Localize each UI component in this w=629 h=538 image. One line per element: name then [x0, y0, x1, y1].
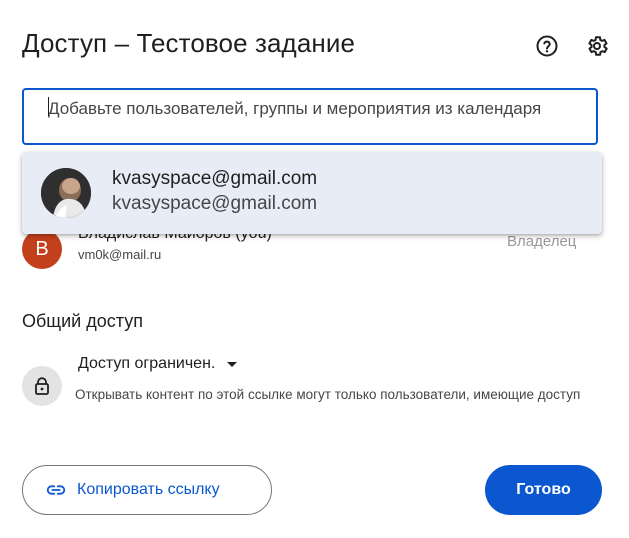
lock-icon [35, 377, 49, 395]
suggestion-email: kvasyspace@gmail.com [112, 193, 318, 214]
chevron-down-icon [227, 361, 238, 367]
avatar: В [22, 229, 62, 269]
text-cursor [48, 97, 49, 116]
add-people-input[interactable]: Добавьте пользователей, группы и меропри… [22, 88, 598, 145]
add-people-placeholder: Добавьте пользователей, группы и меропри… [48, 99, 542, 118]
help-button[interactable] [534, 33, 560, 59]
copy-link-button[interactable]: Копировать ссылку [22, 465, 272, 515]
link-icon [46, 485, 66, 495]
access-level-label: Доступ ограничен. [78, 355, 216, 372]
general-access-title: Общий доступ [22, 311, 143, 331]
gear-icon [588, 36, 608, 56]
settings-button[interactable] [584, 33, 610, 59]
access-description: Открывать контент по этой ссылке могут т… [75, 387, 581, 402]
suggestion-name: kvasyspace@gmail.com [112, 168, 318, 189]
share-dialog: Доступ – Тестовое задание Добавьте польз… [0, 0, 629, 538]
help-circle-icon [536, 35, 558, 57]
owner-email: vm0k@mail.ru [78, 247, 162, 262]
dialog-title: Доступ – Тестовое задание [22, 28, 356, 58]
copy-link-label: Копировать ссылку [77, 481, 220, 498]
suggestion-item[interactable]: kvasyspace@gmail.com kvasyspace@gmail.co… [22, 152, 602, 234]
access-level-dropdown[interactable]: Доступ ограничен. [78, 355, 238, 373]
owner-role: Владелец [507, 233, 577, 250]
avatar [41, 168, 91, 218]
done-button[interactable]: Готово [485, 465, 602, 515]
lock-badge [22, 366, 62, 406]
user-photo-icon [41, 168, 91, 218]
